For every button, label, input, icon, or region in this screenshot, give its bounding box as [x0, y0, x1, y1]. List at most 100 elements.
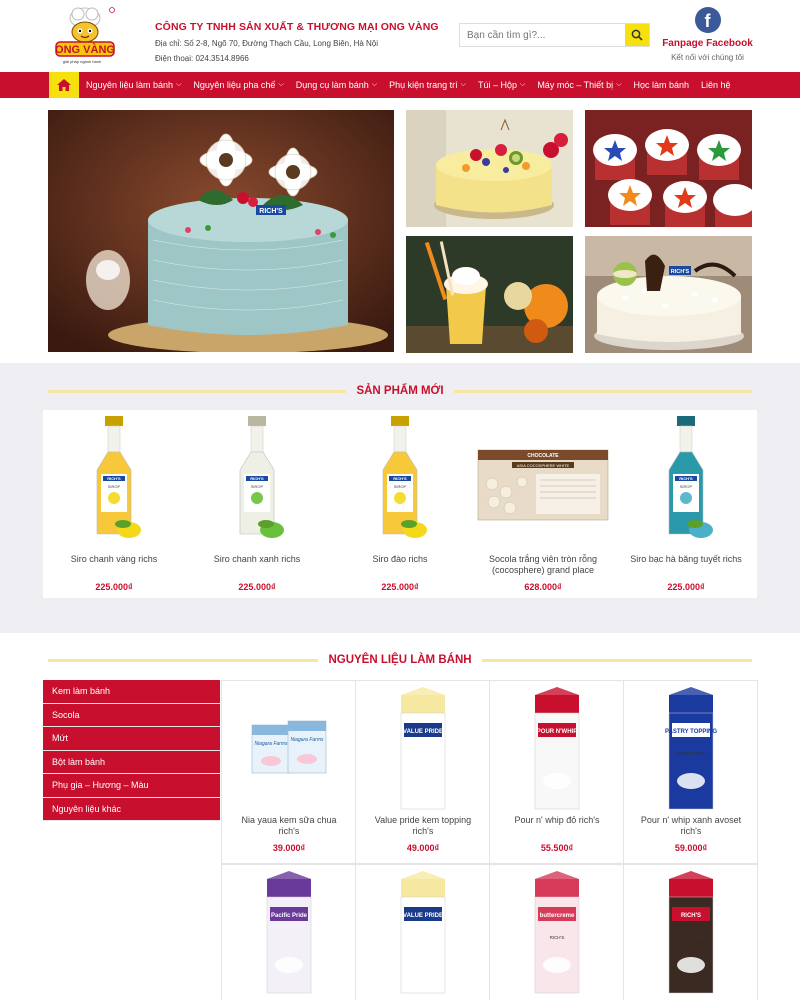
home-icon: [57, 79, 71, 91]
svg-text:RICH'S: RICH'S: [107, 476, 121, 481]
new-products-list: RICH'S SIROP Siro chanh vàng richs 225.0…: [43, 410, 757, 598]
product-price: 225.000₫: [95, 582, 133, 592]
product-card[interactable]: PASTRY TOPPING POUR N'WHIP Pour n' whip …: [624, 680, 758, 864]
nav-item-label: Máy móc – Thiết bị: [537, 80, 614, 90]
cake-logo-text: RICH'S: [259, 208, 283, 215]
company-info: CÔNG TY TNHH SẢN XUẤT & THƯƠNG MẠI ONG V…: [155, 21, 439, 63]
product-price: 39.000₫: [272, 843, 306, 853]
product-card[interactable]: RICH'S Làm Món Bánh: [624, 864, 758, 1000]
svg-text:RICH'S: RICH'S: [681, 913, 701, 919]
svg-text:PASTRY TOPPING: PASTRY TOPPING: [665, 729, 717, 735]
nav-item[interactable]: Liên hệ: [701, 80, 731, 90]
svg-text:SIROP: SIROP: [251, 484, 264, 489]
facebook-link[interactable]: f Fanpage Facebook Kết nối với chúng tôi: [660, 7, 755, 62]
divider-right: [453, 389, 752, 393]
banner-drink[interactable]: [406, 236, 573, 353]
svg-text:RICH'S: RICH'S: [679, 476, 693, 481]
product-name[interactable]: Socola trắng viên tròn rỗng (cocosphere)…: [472, 554, 614, 576]
banner-coconut-cake[interactable]: RICH'S: [585, 236, 752, 353]
product-card[interactable]: buttercreme RICH'S: [490, 864, 624, 1000]
nav-item[interactable]: Nguyên liệu pha chế ⌵: [193, 80, 283, 90]
svg-text:RICH'S: RICH'S: [550, 935, 565, 940]
logo-text: ONG VÀNG: [55, 43, 115, 56]
nav-item[interactable]: Dụng cụ làm bánh ⌵: [296, 80, 377, 90]
svg-text:RICH'S: RICH'S: [393, 476, 407, 481]
product-name[interactable]: Value pride kem topping rich's: [356, 815, 490, 837]
svg-text:VALUE PRIDE: VALUE PRIDE: [403, 913, 443, 919]
home-button[interactable]: [49, 72, 79, 98]
product-card[interactable]: Niagara Farms Niagara Farms Nia yaua kem…: [222, 680, 356, 864]
svg-text:CHOCOLATE: CHOCOLATE: [527, 453, 559, 459]
nav-item-label: Liên hệ: [701, 80, 731, 90]
nav-menu: Nguyên liệu làm bánh ⌵ Nguyên liệu pha chế…: [86, 72, 743, 98]
product-card[interactable]: RICH'S SIROP Siro chanh vàng richs 225.0…: [43, 410, 185, 598]
svg-text:POUR N'WHIP: POUR N'WHIP: [537, 729, 577, 735]
product-name[interactable]: Siro chanh xanh richs: [186, 554, 328, 565]
product-name[interactable]: Pour n' whip đỏ rich's: [490, 815, 624, 826]
divider-left: [48, 658, 319, 662]
product-card[interactable]: VALUE PRIDE: [356, 864, 490, 1000]
nav-item[interactable]: Túi – Hộp ⌵: [478, 80, 525, 90]
product-image[interactable]: VALUE PRIDE: [356, 685, 490, 820]
category-item[interactable]: Kem làm bánh: [43, 680, 220, 704]
product-name[interactable]: Siro đào richs: [329, 554, 471, 565]
svg-text:SIROP: SIROP: [394, 484, 407, 489]
product-card[interactable]: RICH'S SIROP Siro chanh xanh richs 225.0…: [186, 410, 328, 598]
product-card[interactable]: VALUE PRIDE Value pride kem topping rich…: [356, 680, 490, 864]
product-card[interactable]: RICH'S SIROP Siro bạc hà băng tuyết rich…: [615, 410, 757, 598]
category-item[interactable]: Mứt: [43, 727, 220, 751]
site-header: ONG VÀNG giải pháp ngành bánh CÔNG TY TN…: [0, 0, 800, 72]
category-item[interactable]: Phụ gia – Hương – Màu: [43, 774, 220, 798]
product-image[interactable]: RICH'S SIROP: [43, 412, 185, 547]
product-image[interactable]: RICH'S SIROP: [329, 412, 471, 547]
product-name[interactable]: Pour n' whip xanh avoset rich's: [624, 815, 758, 837]
product-name[interactable]: Siro bạc hà băng tuyết richs: [615, 554, 757, 565]
product-image[interactable]: RICH'S Làm Món Bánh: [624, 869, 758, 1000]
product-card[interactable]: POUR N'WHIP Pour n' whip đỏ rich's 55.50…: [490, 680, 624, 864]
category-item[interactable]: Nguyên liệu khác: [43, 797, 220, 821]
site-logo[interactable]: ONG VÀNG giải pháp ngành bánh: [52, 4, 118, 68]
banner-fruit-cake[interactable]: [406, 110, 573, 227]
svg-text:buttercreme: buttercreme: [540, 913, 575, 919]
product-name[interactable]: Nia yaua kem sữa chua rich's: [222, 815, 356, 837]
category-item[interactable]: Bột làm bánh: [43, 750, 220, 774]
company-name: CÔNG TY TNHH SẢN XUẤT & THƯƠNG MẠI ONG V…: [155, 21, 439, 33]
nav-item[interactable]: Học làm bánh: [634, 80, 690, 90]
chevron-down-icon: ⌵: [520, 81, 526, 88]
nav-item-label: Học làm bánh: [633, 80, 690, 90]
product-price: 225.000₫: [238, 582, 276, 592]
svg-text:SIROP: SIROP: [680, 484, 693, 489]
product-image[interactable]: buttercreme RICH'S: [490, 869, 624, 1000]
product-card[interactable]: CHOCOLATE ASIA COCOSPHERE WHITE Socola t…: [472, 410, 614, 598]
nav-item-label: Dụng cụ làm bánh: [295, 80, 369, 90]
product-image[interactable]: VALUE PRIDE: [356, 869, 490, 1000]
new-products-title: SẢN PHẨM MỚI: [356, 385, 444, 397]
search-button[interactable]: [625, 24, 649, 46]
facebook-title: Fanpage Facebook: [662, 38, 753, 49]
svg-text:ASIA COCOSPHERE WHITE: ASIA COCOSPHERE WHITE: [517, 463, 570, 468]
divider-right: [481, 658, 752, 662]
product-image[interactable]: CHOCOLATE ASIA COCOSPHERE WHITE: [472, 412, 614, 547]
product-price: 225.000₫: [381, 582, 419, 592]
banner-cupcakes[interactable]: [585, 110, 752, 227]
product-name[interactable]: Siro chanh vàng richs: [43, 554, 185, 565]
nav-item[interactable]: Phụ kiện trang trí ⌵: [389, 80, 466, 90]
product-image[interactable]: RICH'S SIROP: [186, 412, 328, 547]
main-nav: Nguyên liệu làm bánh ⌵ Nguyên liệu pha chế…: [0, 72, 800, 98]
product-image[interactable]: RICH'S SIROP: [615, 412, 757, 547]
nav-item[interactable]: Nguyên liệu làm bánh ⌵: [86, 80, 181, 90]
category-item[interactable]: Socola: [43, 703, 220, 727]
product-image[interactable]: Niagara Farms Niagara Farms: [222, 685, 356, 820]
product-image[interactable]: PASTRY TOPPING POUR N'WHIP: [624, 685, 758, 820]
chevron-down-icon: ⌵: [616, 81, 622, 88]
product-image[interactable]: Pacific Pride: [222, 869, 356, 1000]
product-card[interactable]: Pacific Pride: [222, 864, 356, 1000]
banner-main-cake[interactable]: RICH'S: [48, 110, 394, 352]
search-input[interactable]: [460, 24, 625, 46]
product-image[interactable]: POUR N'WHIP: [490, 685, 624, 820]
product-card[interactable]: RICH'S SIROP Siro đào richs 225.000₫: [329, 410, 471, 598]
nav-item-label: Phụ kiện trang trí: [389, 80, 458, 90]
nav-item[interactable]: Máy móc – Thiết bị ⌵: [537, 80, 621, 90]
chevron-down-icon: ⌵: [176, 81, 182, 88]
category-sidebar: Kem làm bánh Socola Mứt Bột làm bánh Phụ gia…: [43, 680, 220, 821]
